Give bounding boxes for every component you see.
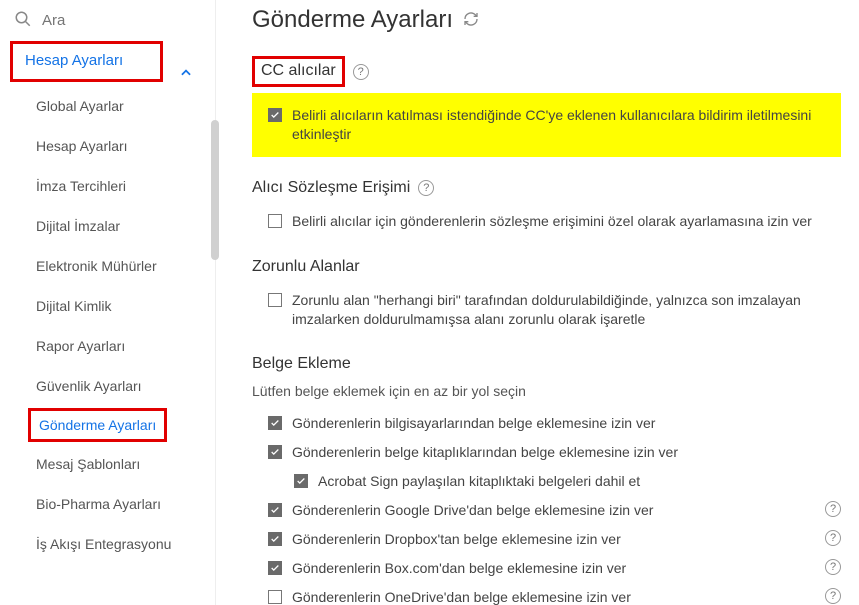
- highlight-cc-option: Belirli alıcıların katılması istendiğind…: [252, 93, 841, 157]
- section-title-access: Alıcı Sözleşme Erişimi: [252, 179, 410, 197]
- option-attach-shared: Acrobat Sign paylaşılan kitaplıktaki bel…: [318, 472, 841, 491]
- sidebar-item-guvenlik-ayarlari[interactable]: Güvenlik Ayarları: [6, 366, 209, 406]
- help-icon[interactable]: ?: [825, 559, 841, 575]
- checkbox-attach-box[interactable]: [268, 561, 282, 575]
- sidebar-scrollbar[interactable]: [211, 120, 219, 260]
- section-alici-erisimi: Alıcı Sözleşme Erişimi ? Belirli alıcıla…: [252, 179, 841, 236]
- section-title-required: Zorunlu Alanlar: [252, 258, 360, 276]
- option-required-label: Zorunlu alan "herhangi biri" tarafından …: [292, 291, 841, 329]
- attach-intro: Lütfen belge eklemek için en az bir yol …: [252, 383, 841, 399]
- sidebar: Hesap Ayarları Global Ayarlar Hesap Ayar…: [0, 0, 216, 605]
- help-icon[interactable]: ?: [353, 64, 369, 80]
- option-attach-gdrive: Gönderenlerin Google Drive'dan belge ekl…: [292, 501, 809, 520]
- refresh-icon[interactable]: [463, 11, 479, 30]
- sidebar-item-gonderme-ayarlari[interactable]: Gönderme Ayarları: [39, 417, 156, 433]
- highlight-box-gonderme-ayarlari: Gönderme Ayarları: [28, 408, 167, 442]
- help-icon[interactable]: ?: [825, 588, 841, 604]
- checkbox-attach-onedrive[interactable]: [268, 590, 282, 604]
- nav-group-hesap-ayarlari[interactable]: Hesap Ayarları: [17, 46, 154, 75]
- section-belge-ekleme: Belge Ekleme Lütfen belge eklemek için e…: [252, 355, 841, 605]
- option-attach-box: Gönderenlerin Box.com'dan belge eklemesi…: [292, 559, 809, 578]
- sidebar-item-bio-pharma-ayarlari[interactable]: Bio-Pharma Ayarları: [6, 484, 209, 524]
- nav: Hesap Ayarları Global Ayarlar Hesap Ayar…: [0, 41, 215, 574]
- nav-group-label: Hesap Ayarları: [25, 52, 123, 69]
- search-icon: [14, 10, 42, 31]
- help-icon[interactable]: ?: [825, 530, 841, 546]
- checkbox-attach-dropbox[interactable]: [268, 532, 282, 546]
- page-title: Gönderme Ayarları: [252, 6, 453, 34]
- sidebar-item-rapor-ayarlari[interactable]: Rapor Ayarları: [6, 326, 209, 366]
- search-field[interactable]: [0, 0, 215, 41]
- sidebar-item-hesap-ayarlari[interactable]: Hesap Ayarları: [6, 126, 209, 166]
- sidebar-item-global-ayarlar[interactable]: Global Ayarlar: [6, 86, 209, 126]
- sidebar-item-imza-tercihleri[interactable]: İmza Tercihleri: [6, 166, 209, 206]
- option-access-label: Belirli alıcılar için gönderenlerin sözl…: [292, 212, 841, 231]
- checkbox-attach-library[interactable]: [268, 445, 282, 459]
- checkbox-attach-computer[interactable]: [268, 416, 282, 430]
- option-attach-library: Gönderenlerin belge kitaplıklarından bel…: [292, 443, 841, 462]
- help-icon[interactable]: ?: [418, 180, 434, 196]
- help-icon[interactable]: ?: [825, 501, 841, 517]
- section-zorunlu-alanlar: Zorunlu Alanlar Zorunlu alan "herhangi b…: [252, 258, 841, 334]
- section-cc-alicilar: CC alıcılar ? Belirli alıcıların katılma…: [252, 56, 841, 157]
- highlight-box-cc-alicilar: CC alıcılar: [252, 56, 345, 87]
- option-attach-onedrive: Gönderenlerin OneDrive'dan belge eklemes…: [292, 588, 809, 605]
- search-input[interactable]: [42, 12, 241, 29]
- checkbox-cc-notify[interactable]: [268, 108, 282, 122]
- sidebar-item-elektronik-muhurler[interactable]: Elektronik Mühürler: [6, 246, 209, 286]
- checkbox-access-custom[interactable]: [268, 214, 282, 228]
- checkbox-required-anyone[interactable]: [268, 293, 282, 307]
- sidebar-item-is-akisi-entegrasyonu[interactable]: İş Akışı Entegrasyonu: [6, 524, 209, 564]
- section-title-cc: CC alıcılar: [261, 62, 336, 80]
- chevron-up-icon[interactable]: [179, 66, 193, 83]
- highlight-box-hesap-ayarlari: Hesap Ayarları: [10, 41, 163, 82]
- checkbox-attach-gdrive[interactable]: [268, 503, 282, 517]
- option-cc-notify-label: Belirli alıcıların katılması istendiğind…: [292, 106, 831, 144]
- section-title-attach: Belge Ekleme: [252, 355, 351, 373]
- sidebar-item-dijital-kimlik[interactable]: Dijital Kimlik: [6, 286, 209, 326]
- option-attach-computer: Gönderenlerin bilgisayarlarından belge e…: [292, 414, 841, 433]
- checkbox-attach-shared[interactable]: [294, 474, 308, 488]
- sidebar-item-mesaj-sablonlari[interactable]: Mesaj Şablonları: [6, 444, 209, 484]
- sidebar-item-dijital-imzalar[interactable]: Dijital İmzalar: [6, 206, 209, 246]
- main-content: Gönderme Ayarları CC alıcılar ? Belirli …: [216, 0, 859, 605]
- option-attach-dropbox: Gönderenlerin Dropbox'tan belge eklemesi…: [292, 530, 809, 549]
